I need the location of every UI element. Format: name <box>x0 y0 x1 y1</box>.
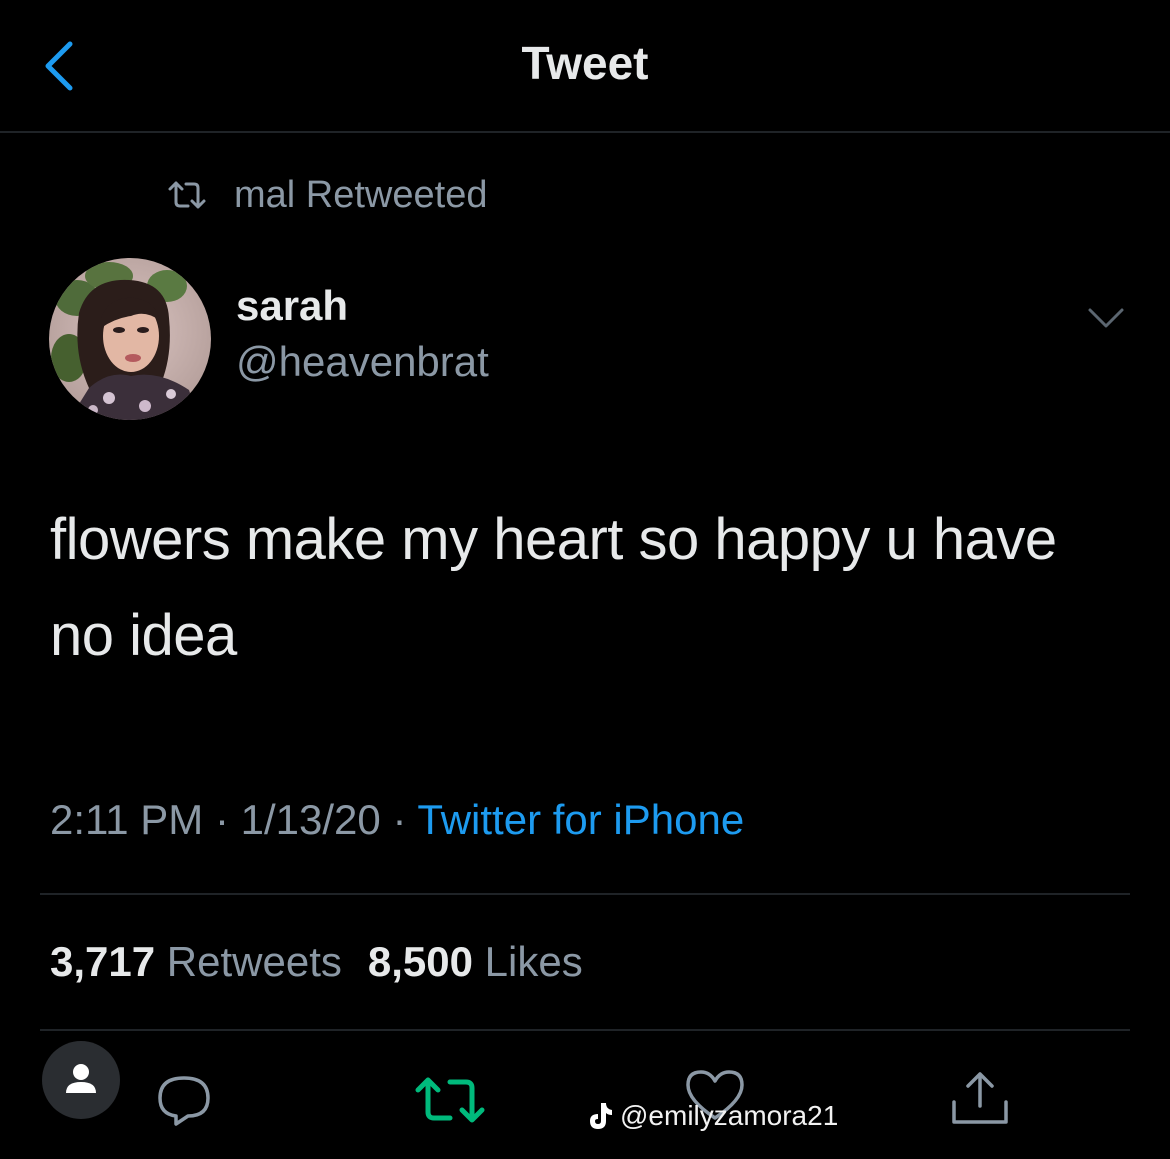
page-title: Tweet <box>521 37 649 89</box>
tweet-time: 2:11 PM <box>50 796 204 843</box>
user-icon <box>66 1064 96 1093</box>
divider <box>40 1029 1130 1031</box>
author-handle[interactable]: @heavenbrat <box>236 338 489 386</box>
reply-button[interactable] <box>154 1072 214 1133</box>
retweet-button[interactable] <box>414 1074 486 1131</box>
likes-count: 8,500 <box>367 938 473 985</box>
tweet-source-link[interactable]: Twitter for iPhone <box>417 796 744 843</box>
avatar-photo <box>49 258 211 420</box>
watermark: @emilyzamora21 <box>588 1096 838 1136</box>
meta-separator: · <box>392 796 407 843</box>
top-bar: Tweet <box>0 0 1170 133</box>
share-icon <box>952 1072 1008 1124</box>
likes-stat[interactable]: 8,500 Likes <box>368 938 583 985</box>
user-profile-button[interactable] <box>42 1041 120 1119</box>
retweet-context-label: mal Retweeted <box>234 173 488 216</box>
retweet-context[interactable]: mal Retweeted <box>166 170 487 220</box>
chevron-down-icon <box>1088 308 1124 328</box>
author-name[interactable]: sarah <box>236 282 348 330</box>
more-options-button[interactable] <box>1084 300 1128 334</box>
watermark-text: @emilyzamora21 <box>620 1100 839 1131</box>
tiktok-icon <box>590 1103 612 1129</box>
tweet-stats: 3,717 Retweets 8,500 Likes <box>50 938 583 986</box>
divider <box>40 893 1130 895</box>
avatar[interactable] <box>49 258 211 420</box>
meta-separator: · <box>214 796 229 843</box>
tweet-date: 1/13/20 <box>240 796 381 843</box>
tweet-meta: 2:11 PM · 1/13/20 · Twitter for iPhone <box>50 796 744 844</box>
retweet-icon <box>415 1077 485 1123</box>
likes-label: Likes <box>484 938 583 985</box>
share-button[interactable] <box>948 1068 1012 1133</box>
retweets-stat[interactable]: 3,717 Retweets <box>50 938 342 985</box>
retweets-count: 3,717 <box>50 938 156 985</box>
retweets-label: Retweets <box>166 938 342 985</box>
retweet-icon <box>168 181 206 209</box>
tweet-text: flowers make my heart so happy u have no… <box>50 507 1057 668</box>
reply-icon <box>158 1076 210 1126</box>
